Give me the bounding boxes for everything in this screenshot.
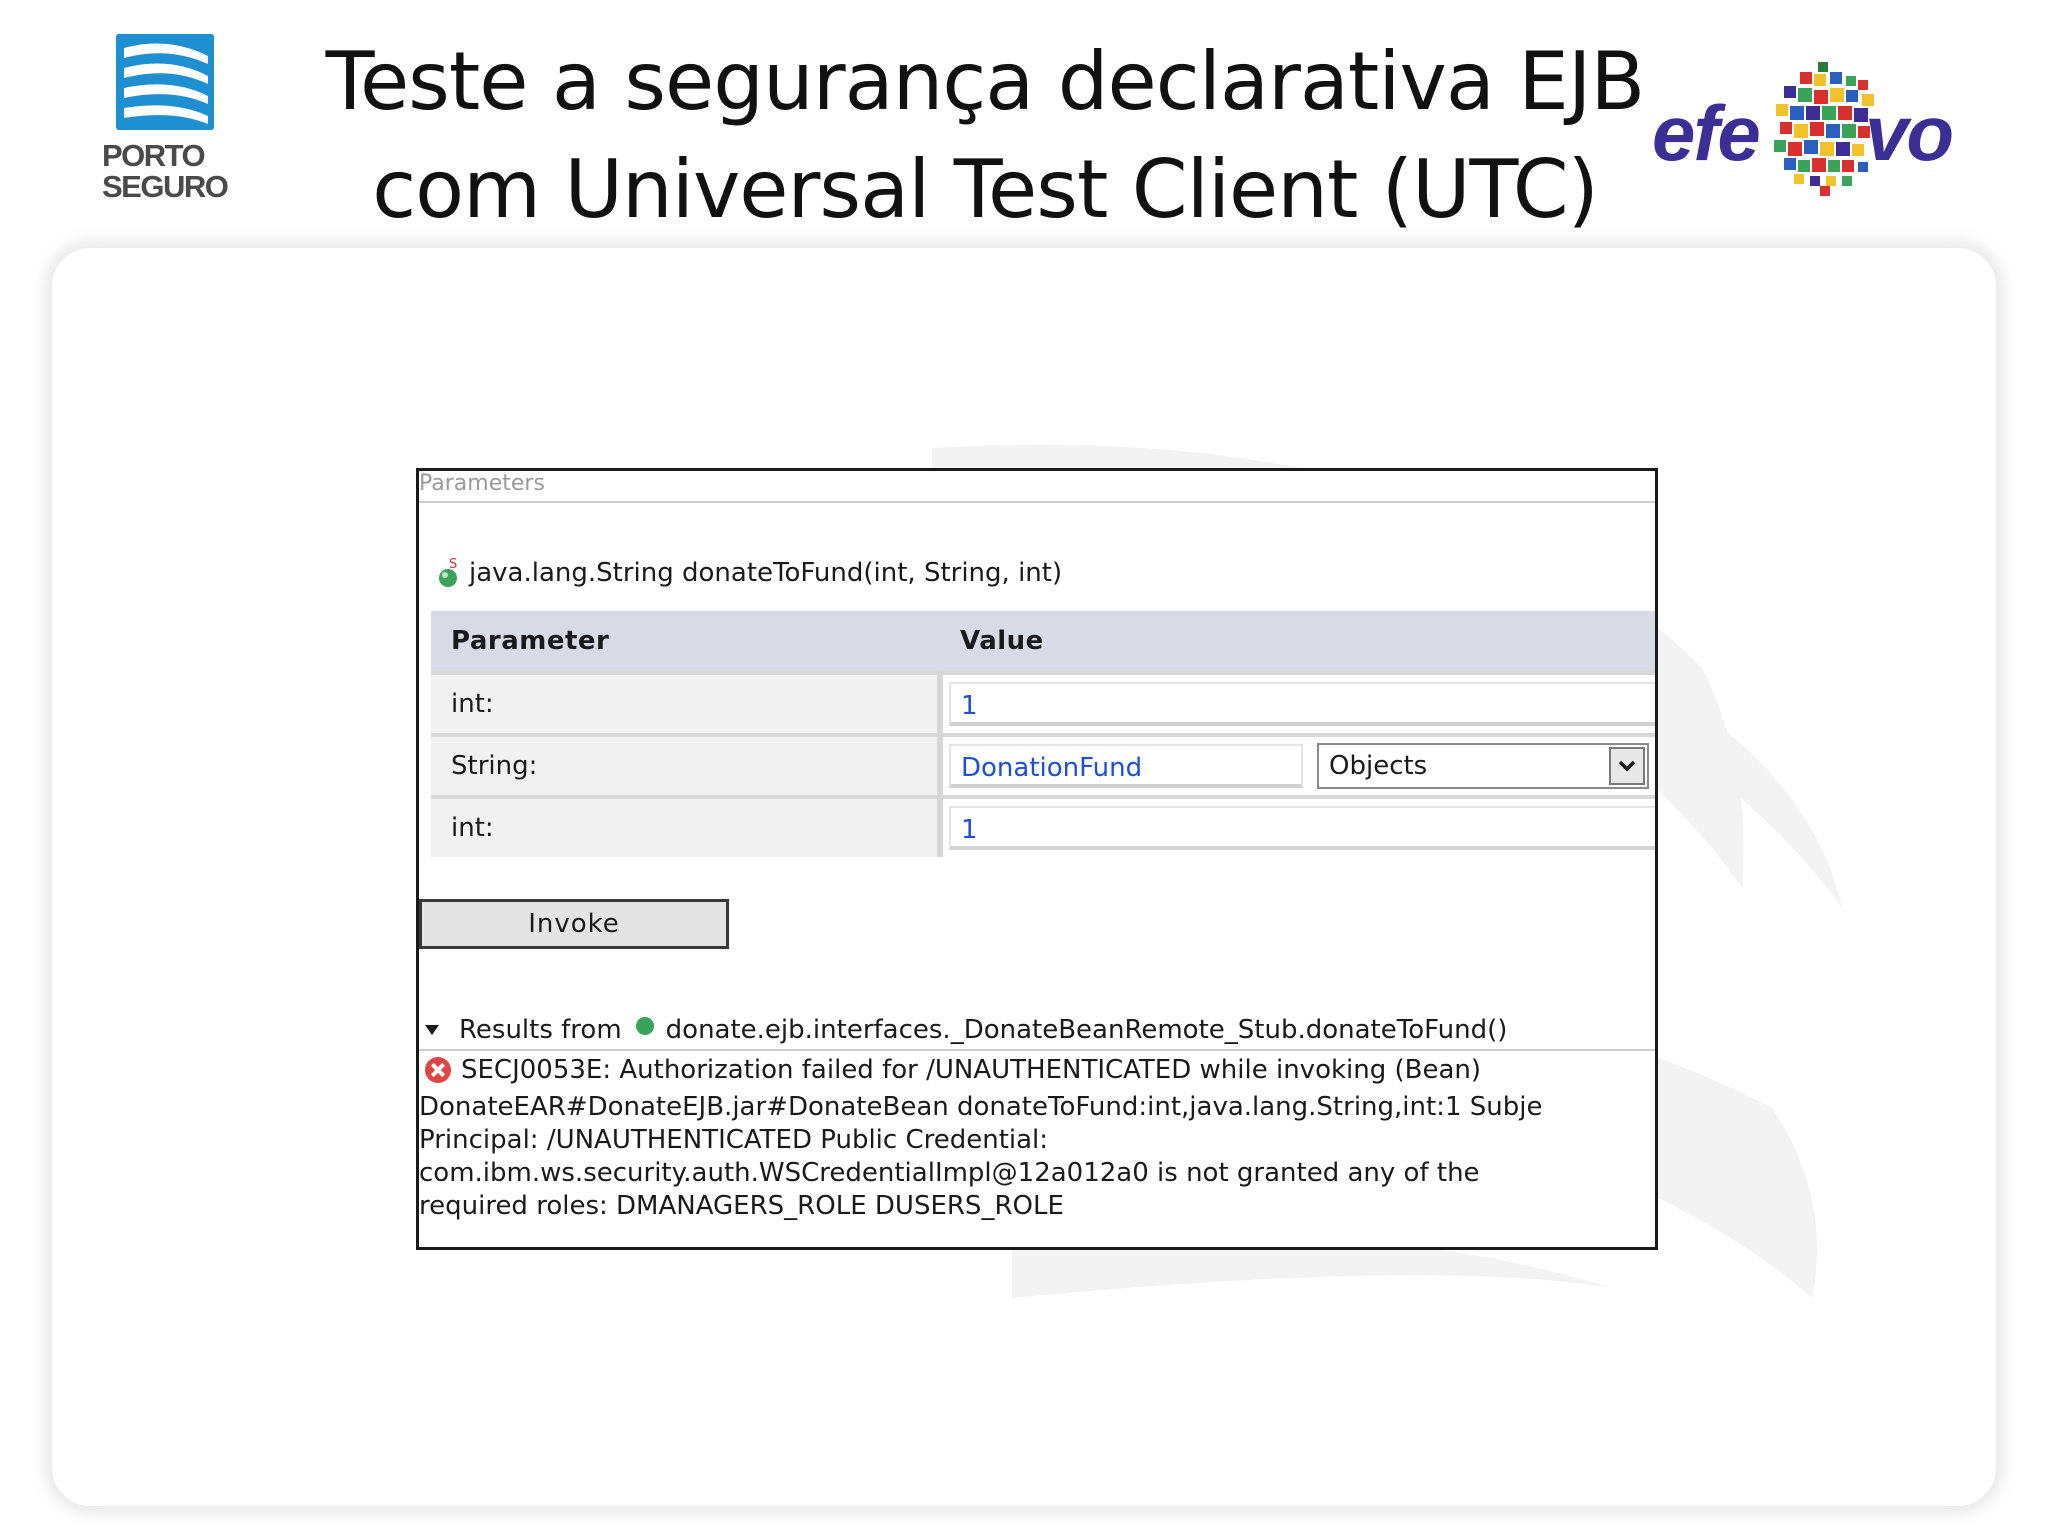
method-signature-row: S java.lang.String donateToFund(int, Str… [437,555,1062,591]
panel-title: Parameters [419,471,1655,503]
efetivo-word-right: vo [1865,89,1954,177]
parameter-value-cell: DonationFund Objects [940,733,1655,797]
logo-line-1: PORTO [102,138,206,173]
parameter-name: String: [431,733,943,797]
parameter-value-cell: 1 [940,671,1655,735]
parameter-name: int: [431,795,943,857]
logo-line-2: SEGURO [102,169,229,204]
results-header[interactable]: Results from donate.ejb.interfaces._Dona… [423,1013,1653,1047]
slide-title-line-2: com Universal Test Client (UTC) [372,143,1599,236]
porto-seguro-wordmark: PORTO SEGURO [102,140,242,202]
results-label: Results from [459,1015,622,1045]
chevron-down-icon[interactable] [1609,747,1645,785]
error-detail-line: required roles: DMANAGERS_ROLE DUSERS_RO… [419,1191,1064,1221]
int-value-input-2[interactable]: 1 [949,806,1655,850]
parameters-table: Parameter Value int: 1 String: DonationF… [431,611,1655,857]
slide-title: Teste a segurança declarativa EJB com Un… [320,28,1650,244]
invoke-button[interactable]: Invoke [419,899,729,949]
error-detail-line: DonateEAR#DonateEJB.jar#DonateBean donat… [419,1092,1543,1122]
table-row: String: DonationFund Objects [431,733,1655,797]
svg-text:S: S [449,557,457,572]
result-status-icon [635,1017,654,1035]
table-row: int: 1 [431,671,1655,735]
method-signature: java.lang.String donateToFund(int, Strin… [469,558,1063,588]
error-detail-line: com.ibm.ws.security.auth.WSCredentialImp… [419,1158,1480,1188]
efetivo-word-left: efe [1652,89,1761,177]
column-header-parameter: Parameter [431,611,940,673]
string-value-input[interactable]: DonationFund [949,744,1303,788]
table-header-row: Parameter Value [431,611,1655,673]
method-icon: S [437,557,463,589]
porto-seguro-sail-icon [116,34,214,130]
type-select-value: Objects [1329,751,1428,781]
expand-triangle-icon[interactable] [425,1025,439,1035]
table-row: int: 1 [431,795,1655,857]
parameter-name: int: [431,671,943,735]
error-message-row: SECJ0053E: Authorization failed for /UNA… [419,1049,1655,1089]
efetivo-mosaic-icon [1774,62,1874,196]
type-select[interactable]: Objects [1317,743,1649,789]
results-target: donate.ejb.interfaces._DonateBeanRemote_… [665,1015,1508,1045]
column-header-value: Value [940,611,1655,673]
slide-title-line-1: Teste a segurança declarativa EJB [325,35,1646,128]
error-detail-line: Principal: /UNAUTHENTICATED Public Crede… [419,1125,1049,1155]
parameter-value-cell: 1 [940,795,1655,857]
error-icon [425,1057,451,1083]
content-card: Parameters S java.lang.String donateToFu… [52,248,1996,1506]
error-message: SECJ0053E: Authorization failed for /UNA… [461,1055,1482,1085]
efetivo-logo: efe vo [1640,56,1970,206]
int-value-input-1[interactable]: 1 [949,682,1655,726]
slide: PORTO SEGURO Teste a segurança declarati… [0,0,2048,1536]
porto-seguro-logo: PORTO SEGURO [96,30,246,210]
utc-parameters-panel: Parameters S java.lang.String donateToFu… [416,468,1658,1250]
error-details: DonateEAR#DonateEJB.jar#DonateBean donat… [419,1091,1655,1223]
